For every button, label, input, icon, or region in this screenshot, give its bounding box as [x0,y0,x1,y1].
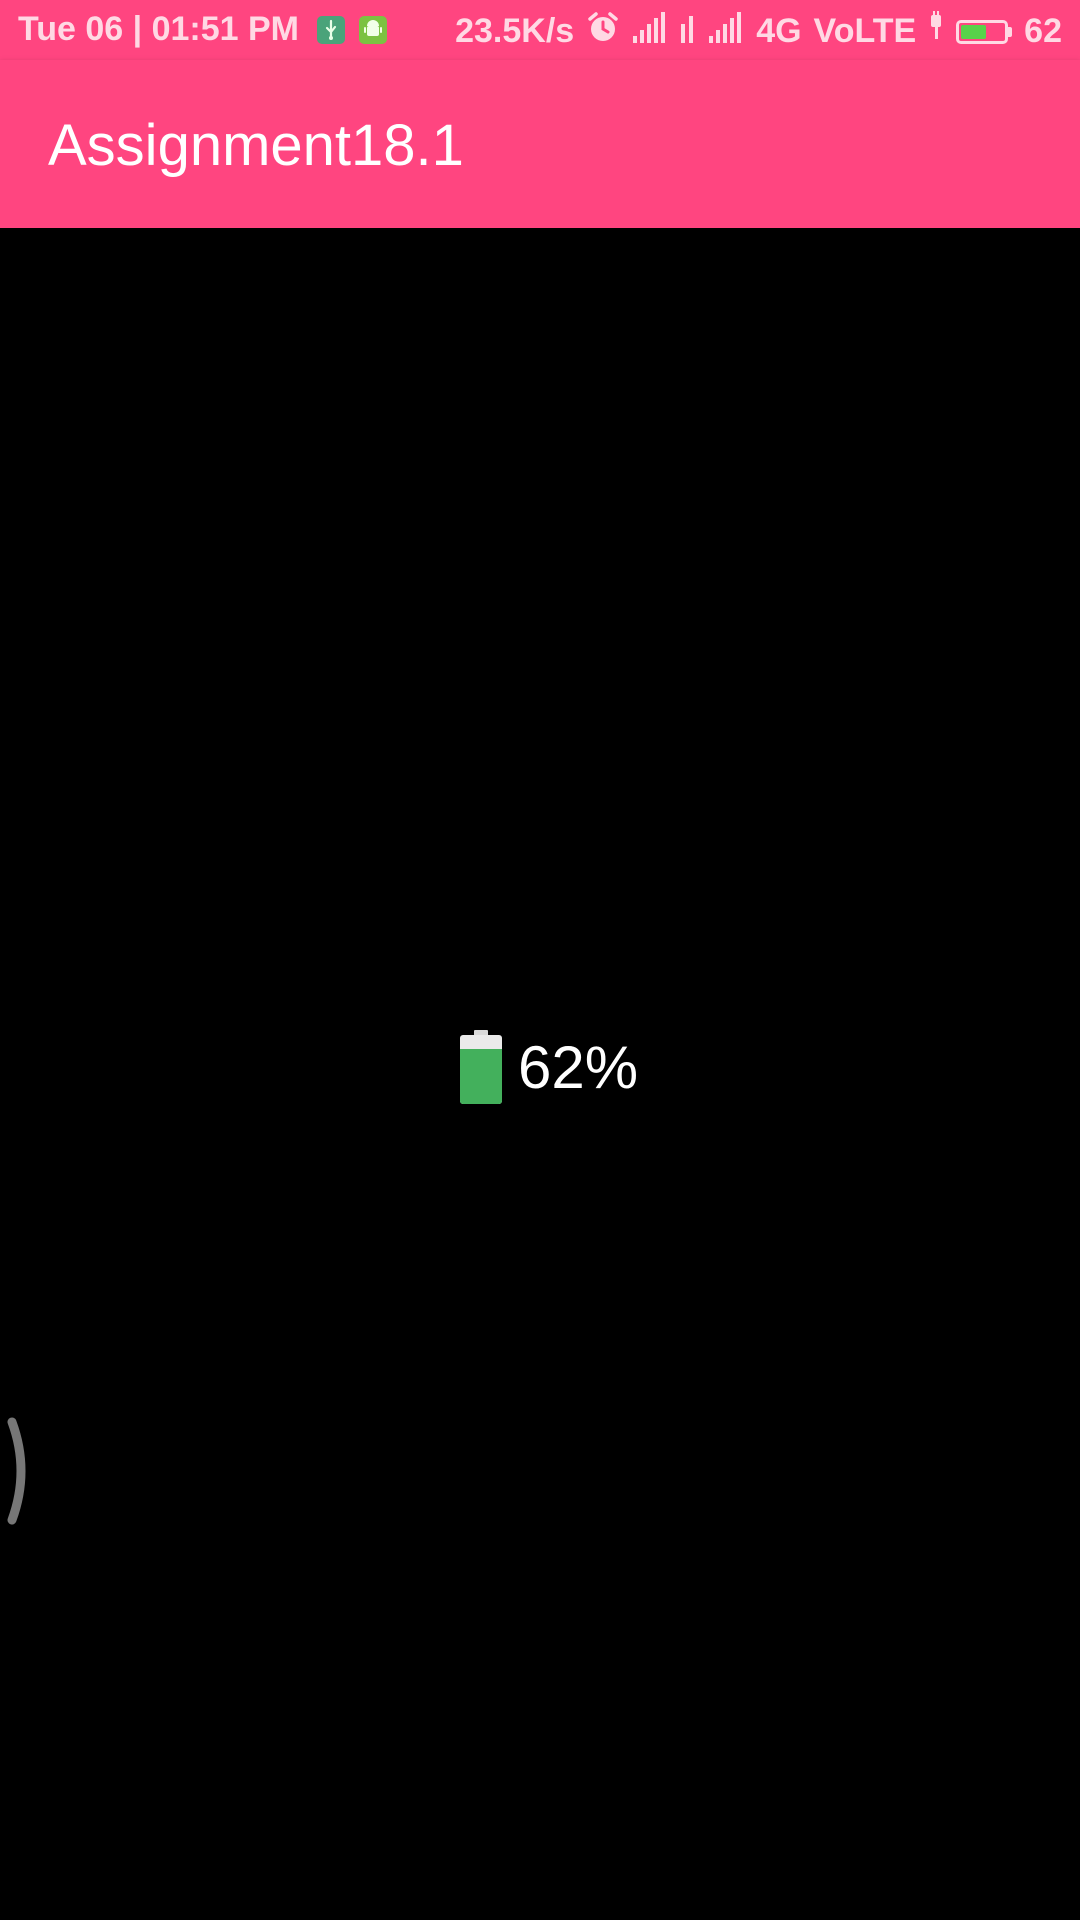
status-bar-left: Tue 06 | 01:51 PM [18,10,387,49]
network-speed: 23.5K/s [455,12,575,50]
signal-strength-icon [680,10,696,53]
battery-level-fill [460,1048,502,1104]
status-bar: Tue 06 | 01:51 PM 23.5K/s 4G VoLTE 62 [0,0,1080,60]
network-type: 4G [756,12,802,50]
status-bar-right: 23.5K/s 4G VoLTE 62 [455,10,1062,53]
status-battery-level: 62 [1024,12,1062,50]
status-battery-fill [961,24,986,39]
signal-strength-icon [632,10,668,53]
signal-strength-icon [708,10,744,53]
edge-swipe-handle-icon[interactable] [6,1416,34,1531]
app-title: Assignment18.1 [48,113,464,178]
status-datetime: Tue 06 | 01:51 PM [18,10,299,48]
usb-debugging-icon [317,15,345,44]
notification-icons [317,15,387,44]
android-icon [359,15,387,44]
battery-display: 62% [460,1030,638,1104]
charging-plug-icon [928,11,944,52]
alarm-clock-icon [586,10,620,53]
battery-icon [460,1030,502,1104]
app-bar: Assignment18.1 [0,60,1080,228]
volte-label: VoLTE [813,12,917,50]
battery-percent: 62% [518,1033,639,1101]
status-battery-icon [956,19,1013,44]
